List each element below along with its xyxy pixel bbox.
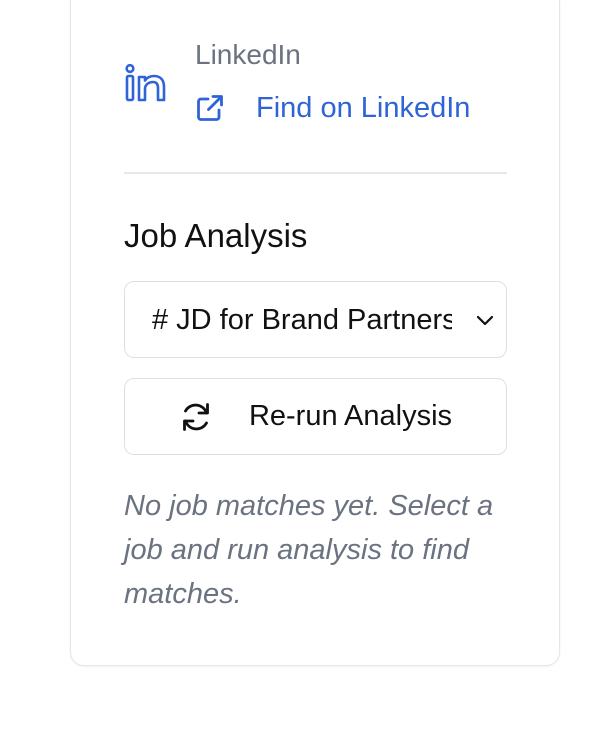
linkedin-icon (125, 64, 166, 102)
linkedin-label: LinkedIn (195, 39, 301, 70)
find-on-linkedin-link[interactable]: Find on LinkedIn (194, 90, 470, 126)
rerun-analysis-label: Re-run Analysis (248, 400, 453, 432)
refresh-icon (183, 402, 209, 431)
rerun-analysis-button[interactable]: Re-run Analysis (124, 378, 507, 455)
external-link-icon (197, 95, 223, 121)
selected-job-value: # JD for Brand Partnerships (152, 304, 452, 336)
job-select-dropdown[interactable]: # JD for Brand Partnerships (124, 281, 507, 358)
no-matches-message: No job matches yet. Select a job and run… (124, 490, 494, 610)
section-divider (124, 172, 507, 174)
chevron-down-icon (476, 315, 494, 326)
find-on-linkedin-label: Find on LinkedIn (256, 91, 471, 124)
job-analysis-title: Job Analysis (124, 217, 308, 254)
